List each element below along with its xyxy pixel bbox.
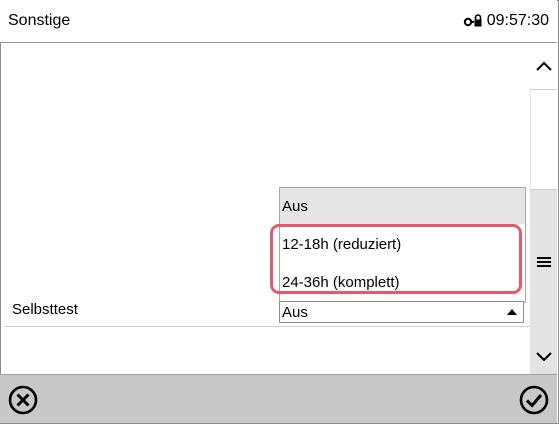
scroll-down-button[interactable] [530, 340, 557, 374]
cancel-button[interactable] [6, 383, 40, 417]
scroll-up-button[interactable] [530, 43, 557, 89]
row-divider [4, 326, 530, 327]
cancel-circle-x-icon [8, 385, 38, 415]
key-lock-icon [463, 13, 483, 29]
dropdown-option-komplett[interactable]: 24-36h (komplett) [280, 264, 525, 300]
confirm-circle-check-icon [519, 385, 549, 415]
hamburger-menu-icon [536, 257, 551, 267]
footer-bar [0, 374, 557, 423]
dropdown-option-aus[interactable]: Aus [280, 188, 525, 224]
clock-time: 09:57:30 [486, 12, 549, 29]
confirm-button[interactable] [517, 383, 551, 417]
status-clock: 09:57:30 [463, 12, 549, 30]
header-bar: Sonstige 09:57:30 [0, 0, 557, 43]
chevron-down-icon [535, 352, 552, 362]
selbsttest-dropdown-list: Aus 12-18h (reduziert) 24-36h (komplett) [279, 187, 526, 303]
scrollbar-thumb[interactable] [531, 89, 557, 190]
hamburger-menu-button[interactable] [530, 250, 557, 274]
page-title: Sonstige [8, 12, 71, 29]
dropdown-arrow-icon [507, 309, 517, 315]
dropdown-option-reduziert[interactable]: 12-18h (reduziert) [280, 226, 525, 262]
selbsttest-value: Aus [282, 303, 308, 321]
chevron-up-icon [535, 61, 552, 71]
selbsttest-label: Selbsttest [12, 301, 78, 318]
selbsttest-select[interactable]: Aus [279, 301, 524, 323]
